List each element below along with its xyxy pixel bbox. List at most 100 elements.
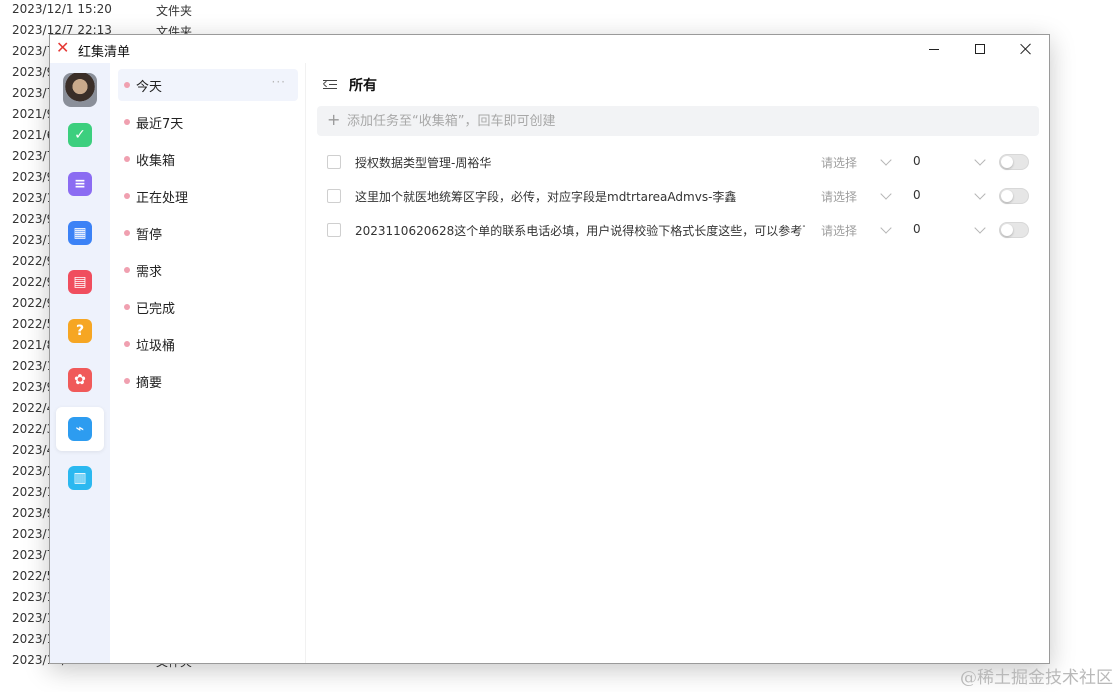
file-date: 2023/1 [12,527,55,541]
rail-item-monitor[interactable]: ⌁ [56,407,104,451]
file-date: 2023/1 [12,485,55,499]
file-date: 2021/8 [12,338,55,352]
apps-icon: ▦ [68,221,92,245]
dot-icon [124,119,130,125]
rail-item-badge[interactable]: ✿ [56,358,104,402]
category-item[interactable]: 摘要 [118,365,298,397]
shield-icon: ✓ [68,123,92,147]
status-select-value: 请选择 [821,190,858,204]
status-select-value: 请选择 [821,156,858,170]
task-title[interactable]: 2023110620628这个单的联系电话必填，用户说得校验下格式长度这些，可以… [355,222,805,239]
file-date: 2022/3 [12,422,55,436]
task-title[interactable]: 授权数据类型管理-周裕华 [355,154,805,171]
dot-icon [124,267,130,273]
add-task-input[interactable] [347,106,1027,136]
count-select[interactable]: 0 [907,217,993,243]
category-item[interactable]: 收集箱 [118,143,298,175]
rail-item-shield[interactable]: ✓ [56,113,104,157]
file-date: 2023/7 [12,44,55,58]
file-date: 2023/1 [12,632,55,646]
task-row: 2023110620628这个单的联系电话必填，用户说得校验下格式长度这些，可以… [317,215,1039,245]
help-icon: ? [68,319,92,343]
task-checkbox[interactable] [327,155,341,169]
rail-item-notes[interactable]: ≡ [56,162,104,206]
count-select[interactable]: 0 [907,149,993,175]
window-title: 红集清单 [78,45,131,60]
status-select[interactable]: 请选择 [815,183,897,209]
status-select[interactable]: 请选择 [815,149,897,175]
file-date: 2022/9 [12,296,55,310]
category-item[interactable]: 垃圾桶 [118,328,298,360]
count-select-value: 0 [913,154,921,168]
file-date: 2023/1 [12,359,55,373]
main-header: 所有 [323,75,623,97]
toggle-knob [1001,190,1013,202]
task-checkbox[interactable] [327,223,341,237]
file-type: 文件夹 [156,4,193,18]
app-window: ✕ 红集清单 ✓ ≡ ▦ ▤? ✿ ⌁ ▥ 今天 ··· 最近7天收集箱正在处理暂停需求已完成垃… [49,34,1050,664]
file-date: 2023/1 [12,590,55,604]
file-date: 2023/9 [12,65,55,79]
status-select[interactable]: 请选择 [815,217,897,243]
category-item[interactable]: 需求 [118,254,298,286]
chevron-down-icon [879,155,893,169]
chevron-down-icon [973,223,987,237]
dot-icon [124,193,130,199]
monitor-icon: ⌁ [68,417,92,441]
file-date: 2021/9 [12,107,55,121]
rail-item-calendar[interactable]: ▤ [56,260,104,304]
file-date: 2023/7 [12,548,55,562]
plus-icon[interactable]: + [327,110,340,129]
rail-item-apps[interactable]: ▦ [56,211,104,255]
dot-icon [124,82,130,88]
file-date: 2023/7 [12,149,55,163]
count-select[interactable]: 0 [907,183,993,209]
file-date: 2023/12/1 15:20 [12,2,112,16]
task-row: 这里加个就医地统筹区字段，必传，对应字段是mdtrtareaAdmvs-李鑫 请选… [317,181,1039,211]
chevron-down-icon [973,155,987,169]
avatar[interactable] [63,73,97,107]
page-title: 所有 [349,78,377,94]
task-toggle[interactable] [999,154,1029,170]
close-icon [1020,43,1032,55]
maximize-button[interactable] [957,35,1003,63]
minimize-icon [929,48,939,50]
rail-item-help[interactable]: ? [56,309,104,353]
notes-icon: ≡ [68,172,92,196]
file-date: 2022/4 [12,401,55,415]
file-date: 2023/9 [12,380,55,394]
rail-item-stats[interactable]: ▥ [56,456,104,500]
category-label: 需求 [136,265,163,280]
toggle-knob [1001,156,1013,168]
chevron-down-icon [973,189,987,203]
category-label: 今天 [136,80,163,95]
dot-icon [124,304,130,310]
category-item[interactable]: 暂停 [118,217,298,249]
task-checkbox[interactable] [327,189,341,203]
category-item[interactable]: 已完成 [118,291,298,323]
toggle-knob [1001,224,1013,236]
file-date: 2023/9 [12,170,55,184]
badge-icon: ✿ [68,368,92,392]
count-select-value: 0 [913,188,921,202]
category-item[interactable]: 正在处理 [118,180,298,212]
collapse-sidebar-icon[interactable] [323,77,339,93]
task-toggle[interactable] [999,188,1029,204]
stats-icon: ▥ [68,466,92,490]
minimize-button[interactable] [911,35,957,63]
task-toggle[interactable] [999,222,1029,238]
task-row: 授权数据类型管理-周裕华 请选择 0 [317,147,1039,177]
task-title[interactable]: 这里加个就医地统筹区字段，必传，对应字段是mdtrtareaAdmvs-李鑫 [355,188,805,205]
x-logo-icon: ✕ [56,38,70,57]
background-file-row: 2023/12/1 15:20 文件夹 [0,0,300,21]
icon-rail: ✓ ≡ ▦ ▤? ✿ ⌁ ▥ [50,63,110,663]
close-button[interactable] [1003,35,1049,63]
title-bar[interactable]: ✕ 红集清单 [50,35,1049,63]
category-label: 已完成 [136,302,176,317]
category-item[interactable]: 今天 ··· [118,69,298,101]
more-icon[interactable]: ··· [272,75,286,89]
count-select-value: 0 [913,222,921,236]
category-label: 垃圾桶 [136,339,176,354]
calendar-icon: ▤ [68,270,92,294]
category-item[interactable]: 最近7天 [118,106,298,138]
